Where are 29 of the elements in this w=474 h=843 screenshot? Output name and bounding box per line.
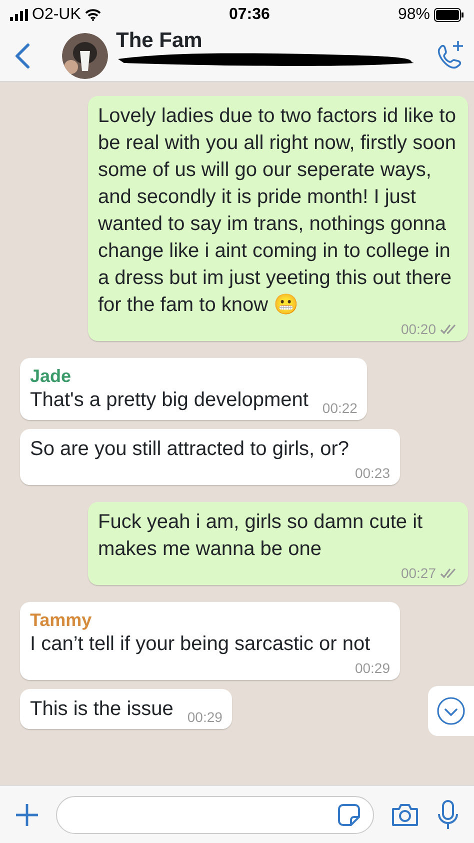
message-text: This is the issue <box>30 697 174 722</box>
message-text: So are you still attracted to girls, or? <box>30 437 350 462</box>
sender-name: Tammy <box>30 609 93 631</box>
camera-icon[interactable] <box>390 802 420 828</box>
message-text: Lovely ladies due to two factors id like to be real with you all right now, firstly soon some of us will go our seperate ways, and secondly it is pride month! I just wanted to say im trans, nothings gonna change like i aint coming in to college in a dress but im just yeeting this out there for the fam to know 😬 <box>98 104 457 318</box>
battery-icon <box>434 8 464 22</box>
status-time: 07:36 <box>228 5 270 25</box>
signal-icon <box>10 9 28 21</box>
wifi-icon <box>84 9 101 21</box>
message-time: 00:27 <box>400 564 436 583</box>
microphone-icon[interactable] <box>436 800 460 830</box>
chat-title[interactable]: The Fam <box>116 30 424 51</box>
battery-percent: 98% <box>398 5 430 25</box>
message-text: Fuck yeah i am, girls so damn cute it makes me wanna be one <box>98 510 424 562</box>
chevron-down-icon <box>436 696 466 726</box>
carrier-name: O2-UK <box>32 5 81 25</box>
scroll-down-button[interactable] <box>428 686 474 736</box>
message-time: 00:20 <box>400 320 436 339</box>
avatar-icon <box>62 32 108 78</box>
message-time: 00:22 <box>322 399 358 418</box>
sticker-icon[interactable] <box>337 802 361 826</box>
message-text: That's a pretty big development <box>30 388 308 413</box>
message-time: 00:29 <box>354 659 390 678</box>
sender-name: Jade <box>30 365 72 387</box>
message-text: I can’t tell if your being sarcastic or not <box>30 632 372 657</box>
message-input[interactable] <box>56 796 374 834</box>
plus-icon[interactable] <box>14 802 40 828</box>
message-time: 00:29 <box>187 708 222 727</box>
message-time: 00:23 <box>354 464 390 483</box>
